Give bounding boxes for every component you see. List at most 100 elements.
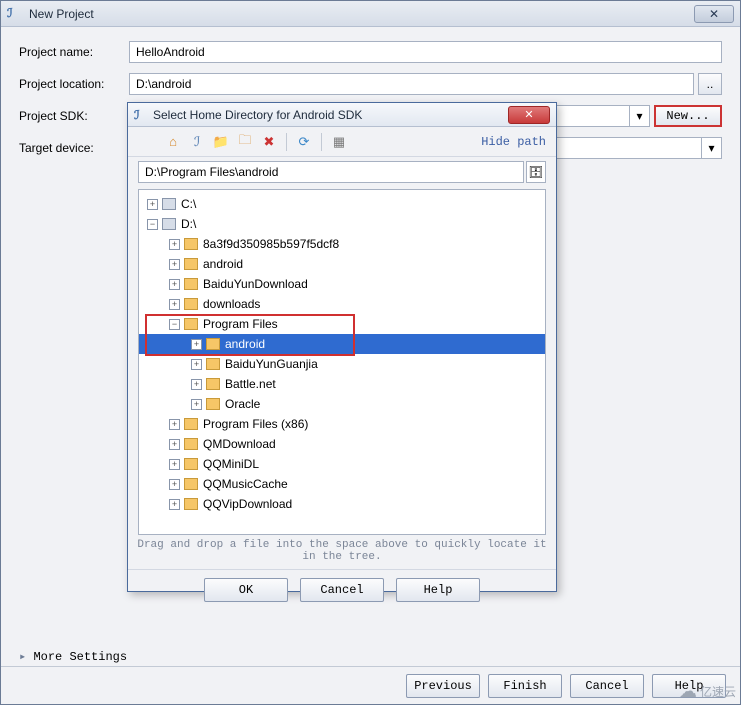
finish-button[interactable]: Finish — [488, 674, 562, 698]
tree-node-label: BaiduYunGuanjia — [225, 357, 318, 371]
path-input[interactable] — [138, 161, 524, 183]
modal-toolbar: ⌂ ℐ 📁 🗀 ✖ ⟳ ▦ Hide path — [128, 127, 556, 157]
tree-node-label: Program Files (x86) — [203, 417, 308, 431]
path-row: 🗄 — [128, 157, 556, 187]
tree-node-label: Oracle — [225, 397, 260, 411]
tree-node[interactable]: + BaiduYunDownload — [139, 274, 545, 294]
expander-icon[interactable]: + — [191, 359, 202, 370]
folder-icon — [184, 298, 198, 310]
tree-node-label: D:\ — [181, 217, 196, 231]
tree-node-label: 8a3f9d350985b597f5dcf8 — [203, 237, 339, 251]
modal-title: Select Home Directory for Android SDK — [153, 108, 508, 122]
watermark: ☁ 亿速云 — [679, 681, 736, 702]
modal-title-bar: ℐ Select Home Directory for Android SDK … — [128, 103, 556, 127]
delete-icon[interactable]: ✖ — [260, 133, 278, 151]
disk-icon — [162, 218, 176, 230]
cancel-button[interactable]: Cancel — [300, 578, 384, 602]
tree-node[interactable]: +QQVipDownload — [139, 494, 545, 514]
tree-node[interactable]: +android — [139, 254, 545, 274]
tree-node-label: android — [225, 337, 265, 351]
expander-icon[interactable]: − — [147, 219, 158, 230]
folder-icon — [206, 358, 220, 370]
new-folder-icon[interactable]: 📁 — [212, 133, 230, 151]
history-button[interactable]: 🗄 — [526, 161, 546, 183]
folder-icon — [184, 278, 198, 290]
hide-path-link[interactable]: Hide path — [481, 135, 546, 149]
separator — [321, 133, 322, 151]
tree-node[interactable]: + QQMusicCache — [139, 474, 545, 494]
folder-icon — [184, 458, 198, 470]
tree-node-label: Program Files — [203, 317, 278, 331]
help-button[interactable]: Help — [396, 578, 480, 602]
expander-icon[interactable]: + — [191, 399, 202, 410]
tree-node[interactable]: − D:\ — [139, 214, 545, 234]
close-window-button[interactable]: ✕ — [694, 5, 734, 23]
tree-node-label: QMDownload — [203, 437, 276, 451]
tree-node[interactable]: + QQMiniDL — [139, 454, 545, 474]
tree-node-label: downloads — [203, 297, 260, 311]
chevron-down-icon: ▾ — [629, 106, 649, 126]
tree-node-label: QQMusicCache — [203, 477, 288, 491]
cancel-button[interactable]: Cancel — [570, 674, 644, 698]
folder-icon — [184, 318, 198, 330]
tree-node[interactable]: + Oracle — [139, 394, 545, 414]
app-icon: ℐ — [134, 108, 148, 122]
tree-node[interactable]: − Program Files — [139, 314, 545, 334]
expander-icon[interactable]: + — [169, 279, 180, 290]
tree-node[interactable]: +C:\ — [139, 194, 545, 214]
project-name-input[interactable] — [129, 41, 722, 63]
folder-icon — [184, 238, 198, 250]
more-settings-toggle[interactable]: More Settings — [19, 649, 127, 664]
expander-icon[interactable]: + — [169, 499, 180, 510]
expander-icon[interactable]: + — [169, 419, 180, 430]
expander-icon[interactable]: + — [191, 339, 202, 350]
expander-icon[interactable]: + — [191, 379, 202, 390]
tree-node[interactable]: + downloads — [139, 294, 545, 314]
folder-icon — [184, 438, 198, 450]
folder-icon[interactable]: 🗀 — [236, 133, 254, 151]
window-controls: ✕ — [694, 5, 734, 23]
tree-node[interactable]: + QMDownload — [139, 434, 545, 454]
expander-icon[interactable]: + — [169, 439, 180, 450]
folder-icon — [184, 418, 198, 430]
expander-icon[interactable]: − — [169, 319, 180, 330]
browse-location-button[interactable]: .. — [698, 73, 722, 95]
tree-node[interactable]: +Battle.net — [139, 374, 545, 394]
tree-node-label: QQMiniDL — [203, 457, 259, 471]
folder-icon — [206, 338, 220, 350]
project-location-input[interactable] — [129, 73, 694, 95]
expander-icon[interactable]: + — [169, 459, 180, 470]
folder-icon — [184, 478, 198, 490]
tree-node[interactable]: + Program Files (x86) — [139, 414, 545, 434]
cloud-icon: ☁ — [679, 681, 697, 702]
disk-icon — [162, 198, 176, 210]
home-icon[interactable]: ⌂ — [164, 133, 182, 151]
tree-node[interactable]: + BaiduYunGuanjia — [139, 354, 545, 374]
close-dialog-button[interactable]: ✕ — [508, 106, 550, 124]
tree-node-label: BaiduYunDownload — [203, 277, 308, 291]
directory-tree[interactable]: +C:\−D:\+8a3f9d350985b597f5dcf8+android+… — [138, 189, 546, 535]
previous-button[interactable]: Previous — [406, 674, 480, 698]
new-sdk-button[interactable]: New... — [654, 105, 722, 127]
project-icon[interactable]: ℐ — [188, 133, 206, 151]
app-icon: ℐ — [7, 6, 23, 22]
folder-icon — [184, 498, 198, 510]
expander-icon[interactable]: + — [147, 199, 158, 210]
chevron-down-icon: ▾ — [701, 138, 721, 158]
tree-node[interactable]: + android — [139, 334, 545, 354]
expander-icon[interactable]: + — [169, 259, 180, 270]
drag-drop-hint: Drag and drop a file into the space abov… — [128, 535, 556, 569]
expander-icon[interactable]: + — [169, 299, 180, 310]
project-sdk-label: Project SDK: — [19, 109, 129, 124]
expander-icon[interactable]: + — [169, 479, 180, 490]
window-title: New Project — [29, 7, 694, 21]
show-hidden-icon[interactable]: ▦ — [330, 133, 348, 151]
title-bar: ℐ New Project ✕ — [1, 1, 740, 27]
bottom-button-bar: Previous Finish Cancel Help — [1, 666, 740, 704]
select-directory-dialog: ℐ Select Home Directory for Android SDK … — [127, 102, 557, 592]
expander-icon[interactable]: + — [169, 239, 180, 250]
refresh-icon[interactable]: ⟳ — [295, 133, 313, 151]
tree-node[interactable]: +8a3f9d350985b597f5dcf8 — [139, 234, 545, 254]
ok-button[interactable]: OK — [204, 578, 288, 602]
separator — [286, 133, 287, 151]
